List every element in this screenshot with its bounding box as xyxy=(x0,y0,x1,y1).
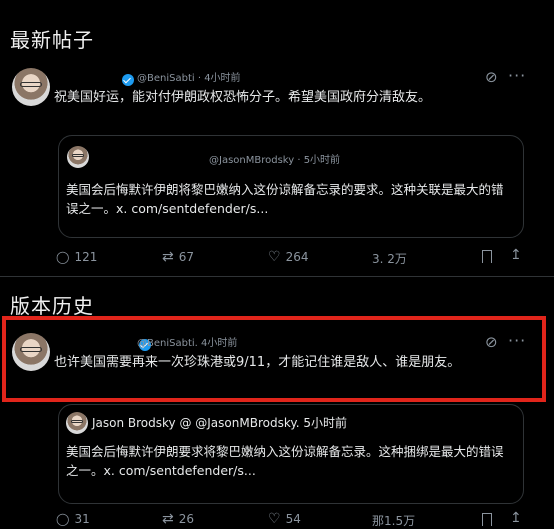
version-history-title: 版本历史 xyxy=(10,294,94,318)
quoted-avatar xyxy=(67,146,89,168)
section-divider xyxy=(0,276,554,277)
repost-icon: ⇄ xyxy=(162,511,174,527)
share-icon[interactable]: ↥ xyxy=(510,511,522,525)
avatar[interactable] xyxy=(12,333,50,371)
quoted-handle-time: Jason Brodsky @ @JasonMBrodsky. 5小时前 xyxy=(92,416,348,430)
views-count: 那1.5万 xyxy=(372,514,416,528)
post-handle-time[interactable]: @BeniSabti · 4小时前 xyxy=(137,69,241,84)
heart-icon: ♡ xyxy=(268,511,281,527)
quoted-handle-time: @JasonMBrodsky · 5小时前 xyxy=(209,155,341,166)
latest-posts-title: 最新帖子 xyxy=(10,28,94,52)
like-button[interactable]: ♡ 264 xyxy=(268,250,308,264)
grok-icon[interactable]: ⊘ xyxy=(485,70,498,85)
quoted-text-line1: 美国会后悔默许伊朗将黎巴嫩纳入这份谅解备忘录的要求。这种关联是最大的错 xyxy=(66,182,504,197)
reply-button[interactable]: ◯ 31 xyxy=(56,512,90,526)
views-button[interactable]: 3. 2万 xyxy=(372,250,407,267)
heart-icon: ♡ xyxy=(268,249,281,265)
quoted-avatar xyxy=(66,412,88,434)
bookmark-icon[interactable] xyxy=(482,513,492,526)
like-count: 264 xyxy=(285,250,309,264)
bookmark-icon[interactable] xyxy=(482,250,492,263)
grok-icon[interactable]: ⊘ xyxy=(485,335,498,350)
repost-icon: ⇄ xyxy=(162,249,174,265)
post-text: 也许美国需要再来一次珍珠港或9/11，才能记住谁是敌人、谁是朋友。 xyxy=(54,355,461,370)
avatar[interactable] xyxy=(12,68,50,106)
reply-count: 121 xyxy=(74,250,98,264)
more-options-icon[interactable]: ··· xyxy=(508,331,526,350)
repost-button[interactable]: ⇄ 67 xyxy=(162,250,194,264)
repost-button[interactable]: ⇄ 26 xyxy=(162,512,194,526)
reply-icon: ◯ xyxy=(56,250,70,264)
quoted-text-line2: 误之一。x. com/sentdefender/s... xyxy=(66,201,269,216)
verified-badge-icon xyxy=(122,73,134,86)
views-button[interactable]: 那1.5万 xyxy=(372,512,415,529)
reply-count: 31 xyxy=(74,512,90,526)
post-text: 祝美国好运，能对付伊朗政权恐怖分子。希望美国政府分清敌友。 xyxy=(54,90,432,105)
like-count: 54 xyxy=(285,512,301,526)
more-options-icon[interactable]: ··· xyxy=(508,66,526,85)
like-button[interactable]: ♡ 54 xyxy=(268,512,301,526)
share-icon[interactable]: ↥ xyxy=(510,248,522,262)
post-handle-time[interactable]: @BeniSabti. 4小时前 xyxy=(137,334,237,349)
quoted-text-line2: 之一。x. com/sentdefender/s... xyxy=(66,463,256,478)
views-count: 3. 2万 xyxy=(372,252,407,266)
repost-count: 26 xyxy=(178,512,195,526)
quoted-text-line1: 美国会后悔默许伊朗要求将黎巴嫩纳入这份谅解备忘录。这种捆绑是最大的错误 xyxy=(66,444,504,459)
repost-count: 67 xyxy=(178,250,195,264)
reply-button[interactable]: ◯ 121 xyxy=(56,250,97,264)
reply-icon: ◯ xyxy=(56,512,70,526)
